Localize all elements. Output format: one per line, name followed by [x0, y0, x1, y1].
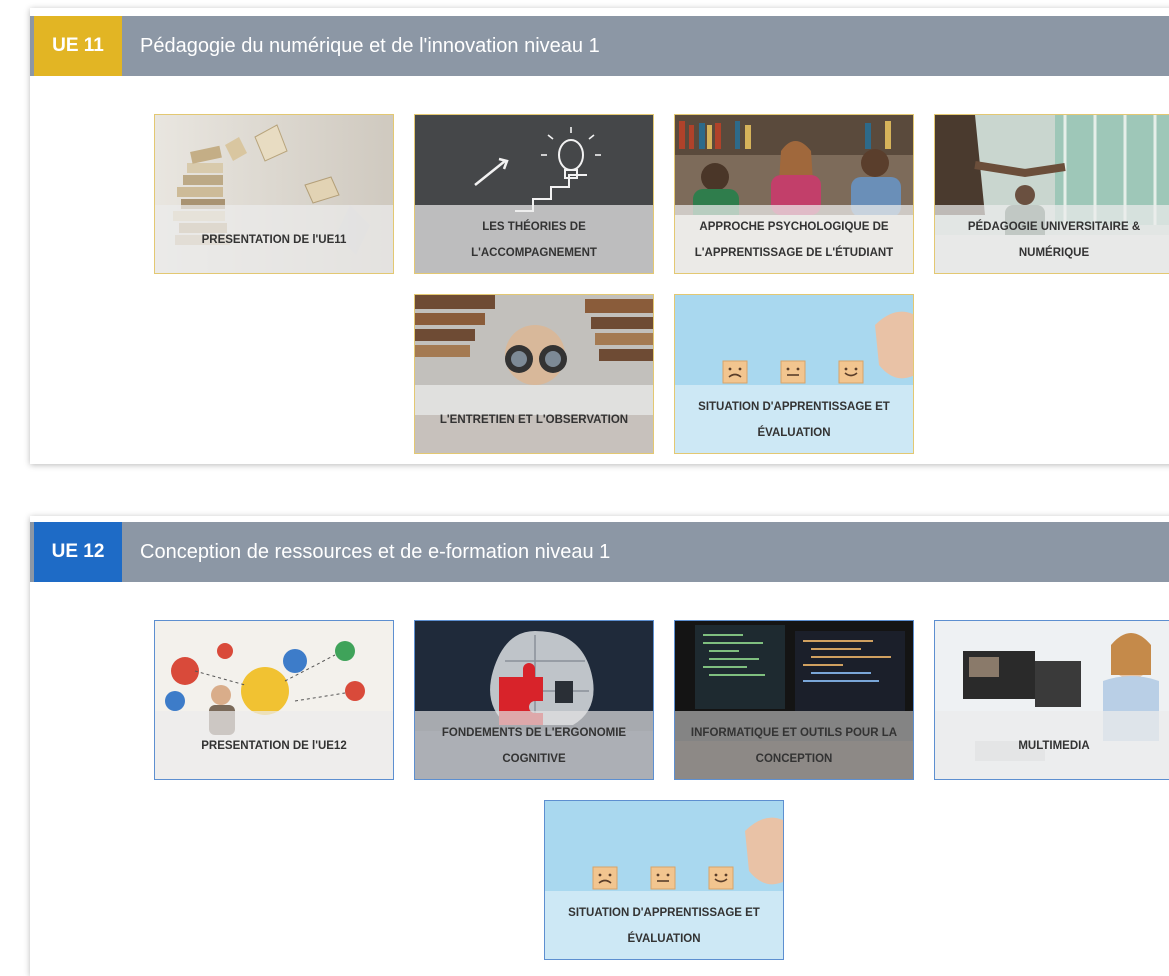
course-tile-ergonomie-cognitive[interactable]: FONDEMENTS DE L'ERGONOMIE COGNITIVE: [414, 620, 654, 780]
tile-label-band: PÉDAGOGIE UNIVERSITAIRE & NUMÉRIQUE: [935, 205, 1169, 273]
course-tile-approche-psychologique[interactable]: APPROCHE PSYCHOLOGIQUE DE L'APPRENTISSAG…: [674, 114, 914, 274]
course-tile-informatique-outils[interactable]: INFORMATIQUE ET OUTILS POUR LA CONCEPTIO…: [674, 620, 914, 780]
tile-label-band: SITUATION D'APPRENTISSAGE ET ÉVALUATION: [675, 385, 913, 453]
tile-label: PRESENTATION DE l'UE11: [201, 234, 347, 246]
ue-badge: UE 12: [34, 522, 122, 582]
tile-label: APPROCHE PSYCHOLOGIQUE DE L'APPRENTISSAG…: [694, 221, 894, 259]
section-header: UE 12 Conception de ressources et de e-f…: [30, 522, 1169, 582]
section-ue12: UE 12 Conception de ressources et de e-f…: [30, 516, 1169, 976]
tile-label-band: PRESENTATION DE l'UE11: [155, 205, 393, 273]
tile-label: LES THÉORIES DE L'ACCOMPAGNEMENT: [471, 221, 597, 259]
tile-label-band: SITUATION D'APPRENTISSAGE ET ÉVALUATION: [545, 891, 783, 959]
course-tile-multimedia[interactable]: MULTIMEDIA: [934, 620, 1169, 780]
tile-label: MULTIMEDIA: [1018, 740, 1090, 752]
tile-label: SITUATION D'APPRENTISSAGE ET ÉVALUATION: [568, 907, 760, 945]
section-title: Pédagogie du numérique et de l'innovatio…: [140, 35, 600, 57]
tile-label: INFORMATIQUE ET OUTILS POUR LA CONCEPTIO…: [690, 727, 898, 765]
tile-label-band: LES THÉORIES DE L'ACCOMPAGNEMENT: [415, 205, 653, 273]
section-header: UE 11 Pédagogie du numérique et de l'inn…: [30, 16, 1169, 76]
course-tile-theories-accompagnement[interactable]: LES THÉORIES DE L'ACCOMPAGNEMENT: [414, 114, 654, 274]
tile-label-band: APPROCHE PSYCHOLOGIQUE DE L'APPRENTISSAG…: [675, 205, 913, 273]
course-tile-presentation-ue11[interactable]: PRESENTATION DE l'UE11: [154, 114, 394, 274]
tile-label-band: MULTIMEDIA: [935, 711, 1169, 779]
tile-label: L'ENTRETIEN ET L'OBSERVATION: [439, 414, 629, 426]
section-ue11: UE 11 Pédagogie du numérique et de l'inn…: [30, 8, 1169, 464]
tile-label-band: INFORMATIQUE ET OUTILS POUR LA CONCEPTIO…: [675, 711, 913, 779]
course-tile-entretien-observation[interactable]: L'ENTRETIEN ET L'OBSERVATION: [414, 294, 654, 454]
course-tile-situation-apprentissage[interactable]: SITUATION D'APPRENTISSAGE ET ÉVALUATION: [544, 800, 784, 960]
ue-badge: UE 11: [34, 16, 122, 76]
section-title: Conception de ressources et de e-formati…: [140, 541, 611, 563]
course-tile-pedagogie-universitaire[interactable]: PÉDAGOGIE UNIVERSITAIRE & NUMÉRIQUE: [934, 114, 1169, 274]
course-tile-presentation-ue12[interactable]: PRESENTATION DE l'UE12: [154, 620, 394, 780]
tile-label: SITUATION D'APPRENTISSAGE ET ÉVALUATION: [698, 401, 890, 439]
tile-label: PÉDAGOGIE UNIVERSITAIRE & NUMÉRIQUE: [967, 221, 1141, 259]
tile-label-band: FONDEMENTS DE L'ERGONOMIE COGNITIVE: [415, 711, 653, 779]
tile-label-band: L'ENTRETIEN ET L'OBSERVATION: [415, 385, 653, 453]
tile-label: PRESENTATION DE l'UE12: [201, 740, 347, 752]
tile-label: FONDEMENTS DE L'ERGONOMIE COGNITIVE: [441, 727, 627, 765]
course-tile-situation-apprentissage[interactable]: SITUATION D'APPRENTISSAGE ET ÉVALUATION: [674, 294, 914, 454]
tile-label-band: PRESENTATION DE l'UE12: [155, 711, 393, 779]
